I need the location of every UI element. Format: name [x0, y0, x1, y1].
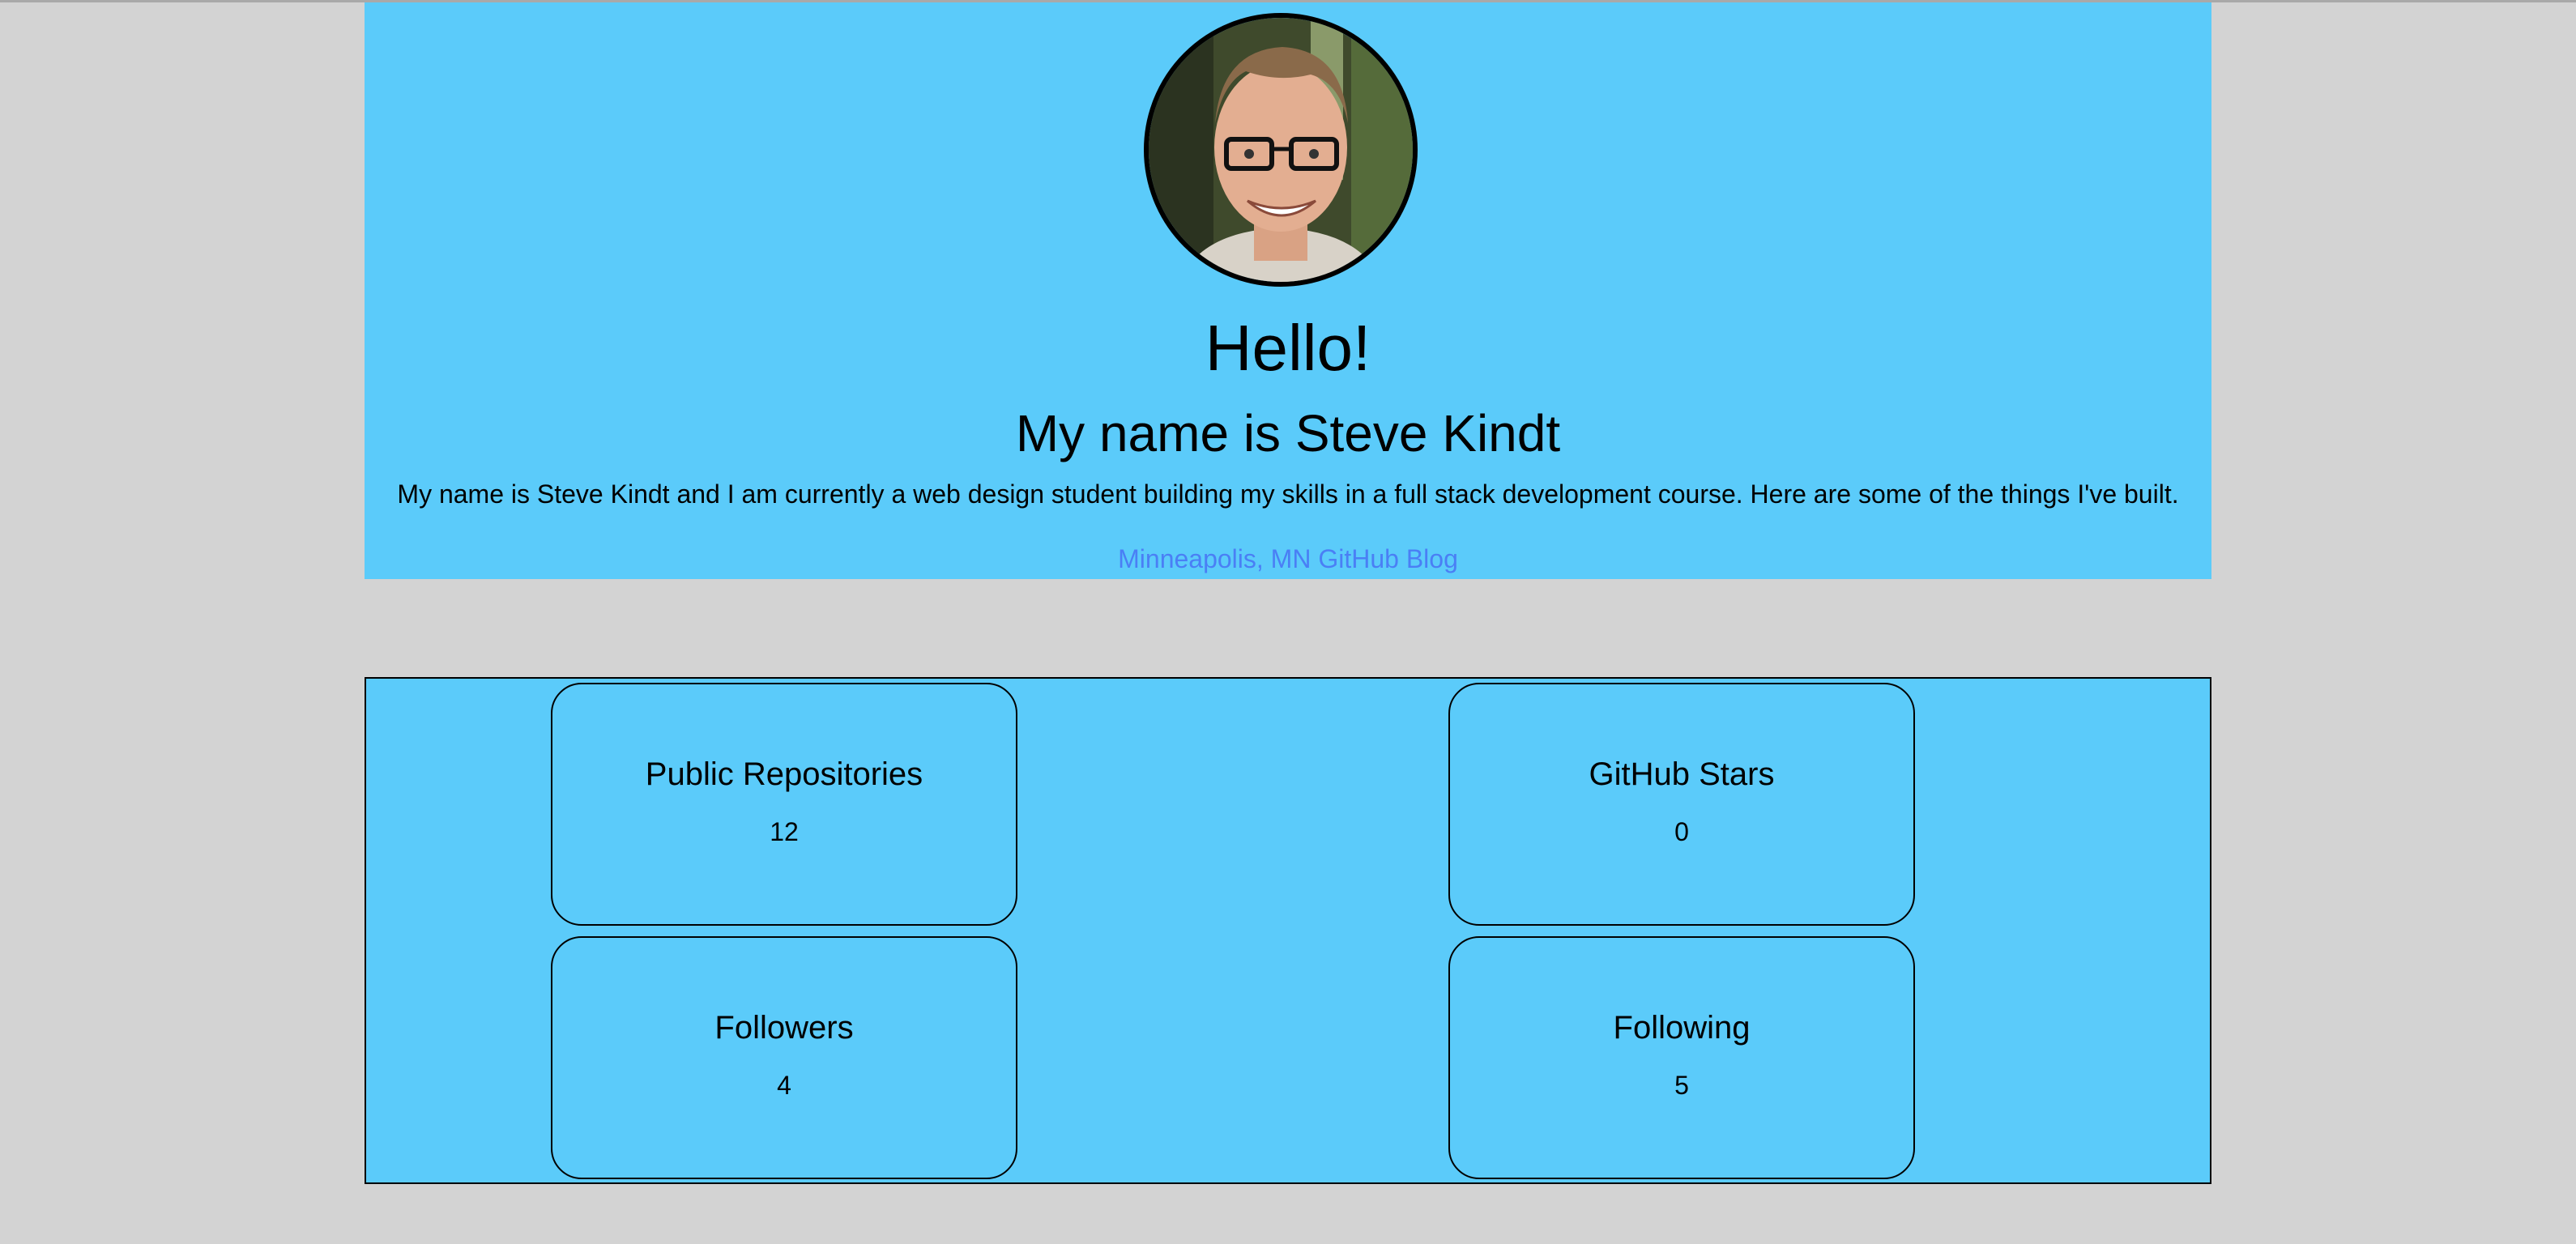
name-heading: My name is Steve Kindt	[1015, 404, 1561, 462]
stat-value: 4	[777, 1071, 791, 1100]
stat-value: 0	[1674, 817, 1689, 846]
bio-text: My name is Steve Kindt and I am currentl…	[397, 479, 2179, 509]
greeting-heading: Hello!	[1205, 312, 1371, 384]
stat-card-following: Following 5	[1448, 936, 1915, 1179]
stat-label: GitHub Stars	[1589, 756, 1775, 792]
blog-link[interactable]: Blog	[1406, 544, 1458, 573]
stat-label: Followers	[714, 1010, 854, 1046]
stat-label: Following	[1613, 1010, 1751, 1046]
profile-photo-image	[1149, 18, 1413, 282]
profile-links: Minneapolis, MN GitHub Blog	[365, 539, 2211, 579]
avatar	[1144, 13, 1418, 287]
stat-value: 5	[1674, 1071, 1689, 1100]
location-link[interactable]: Minneapolis, MN	[1118, 544, 1311, 573]
github-link[interactable]: GitHub	[1318, 544, 1399, 573]
stat-card-followers: Followers 4	[551, 936, 1017, 1179]
stat-label: Public Repositories	[645, 756, 923, 792]
stat-value: 12	[770, 817, 799, 846]
stat-card-public-repositories: Public Repositories 12	[551, 683, 1017, 926]
stat-card-github-stars: GitHub Stars 0	[1448, 683, 1915, 926]
